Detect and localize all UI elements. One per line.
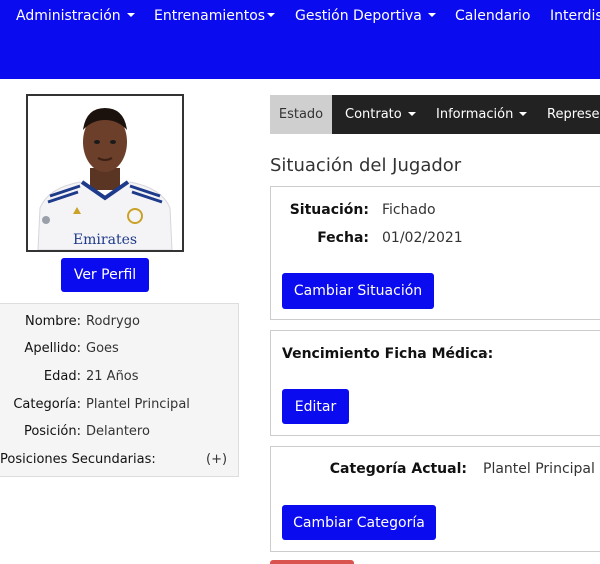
info-row-categoria: Categoría: Plantel Principal bbox=[0, 397, 240, 417]
info-value: 21 Años bbox=[86, 369, 139, 384]
info-value: Rodrygo bbox=[86, 314, 140, 329]
medical-expiry-value: - bbox=[483, 346, 489, 362]
info-label: Categoría: bbox=[13, 397, 81, 412]
tab-informacion[interactable]: Información bbox=[436, 95, 528, 134]
nav-item-label: Interdis bbox=[550, 8, 600, 24]
medical-expiry-label: Vencimiento Ficha Médica: bbox=[282, 346, 494, 362]
info-label: Posiciones Secundarias: bbox=[0, 452, 156, 467]
nav-item-entrenamientos[interactable]: Entrenamientos bbox=[154, 8, 276, 24]
sponsor-logo: Emirates bbox=[73, 232, 137, 248]
info-label: Apellido: bbox=[24, 341, 81, 356]
nav-item-label: Administración bbox=[16, 8, 121, 24]
info-value: Plantel Principal bbox=[86, 397, 190, 412]
current-category-value: Plantel Principal bbox=[483, 461, 595, 477]
nav-item-label: Entrenamientos bbox=[154, 8, 266, 24]
edit-medical-button[interactable]: Editar bbox=[282, 389, 349, 424]
player-photo: Emirates bbox=[26, 94, 184, 252]
player-tabs: Estado Contrato Información Represen bbox=[270, 95, 600, 134]
tab-label: Contrato bbox=[345, 107, 402, 122]
change-situation-button[interactable]: Cambiar Situación bbox=[282, 273, 434, 309]
section-title: Situación del Jugador bbox=[270, 155, 462, 176]
tab-label: Estado bbox=[278, 107, 324, 122]
date-value: 01/02/2021 bbox=[382, 230, 463, 246]
nav-item-gestion-deportiva[interactable]: Gestión Deportiva bbox=[295, 8, 436, 24]
info-label: Nombre: bbox=[24, 314, 81, 329]
nav-item-label: Gestión Deportiva bbox=[295, 8, 422, 24]
tab-label: Represen bbox=[547, 107, 600, 122]
situation-value: Fichado bbox=[382, 202, 436, 218]
info-row-posicion: Posición: Delantero bbox=[0, 424, 240, 444]
current-category-label: Categoría Actual: bbox=[329, 461, 467, 477]
caret-down-icon bbox=[519, 111, 528, 116]
info-value: Goes bbox=[86, 341, 119, 356]
info-row-posiciones-secundarias: Posiciones Secundarias: (+) bbox=[0, 452, 240, 472]
nav-item-calendario[interactable]: Calendario bbox=[455, 8, 530, 24]
tab-representante[interactable]: Represen bbox=[547, 95, 600, 134]
top-navbar: Administración Entrenamientos Gestión De… bbox=[0, 0, 600, 79]
caret-down-icon bbox=[407, 111, 416, 116]
medical-panel: Vencimiento Ficha Médica: - Editar bbox=[270, 330, 600, 436]
info-label: Edad: bbox=[43, 369, 81, 384]
player-avatar-image: Emirates bbox=[28, 96, 182, 250]
caret-down-icon bbox=[126, 13, 135, 17]
category-panel: Categoría Actual: Plantel Principal Camb… bbox=[270, 446, 600, 552]
info-value: Delantero bbox=[86, 424, 150, 439]
info-label: Posición: bbox=[23, 424, 81, 439]
nav-item-administracion[interactable]: Administración bbox=[16, 8, 135, 24]
tab-label: Información bbox=[436, 107, 514, 122]
caret-down-icon bbox=[427, 13, 436, 17]
tab-estado[interactable]: Estado bbox=[270, 95, 332, 134]
expand-secondary-positions-toggle[interactable]: (+) bbox=[206, 452, 227, 467]
player-info-panel: Nombre: Rodrygo Apellido: Goes Edad: 21 … bbox=[0, 303, 239, 477]
tab-contrato[interactable]: Contrato bbox=[345, 95, 416, 134]
info-row-nombre: Nombre: Rodrygo bbox=[0, 314, 240, 334]
caret-down-icon bbox=[267, 13, 276, 17]
view-profile-button[interactable]: Ver Perfil bbox=[61, 258, 149, 292]
date-label: Fecha: bbox=[317, 230, 369, 246]
nav-item-interdisciplinario[interactable]: Interdis bbox=[550, 8, 600, 24]
info-row-apellido: Apellido: Goes bbox=[0, 341, 240, 361]
next-action-button-edge[interactable] bbox=[270, 560, 354, 564]
situation-label: Situación: bbox=[289, 202, 369, 218]
change-category-button[interactable]: Cambiar Categoría bbox=[282, 505, 436, 540]
nav-item-label: Calendario bbox=[455, 8, 531, 24]
info-row-edad: Edad: 21 Años bbox=[0, 369, 240, 389]
situation-panel: Situación: Fichado Fecha: 01/02/2021 Cam… bbox=[270, 186, 600, 320]
